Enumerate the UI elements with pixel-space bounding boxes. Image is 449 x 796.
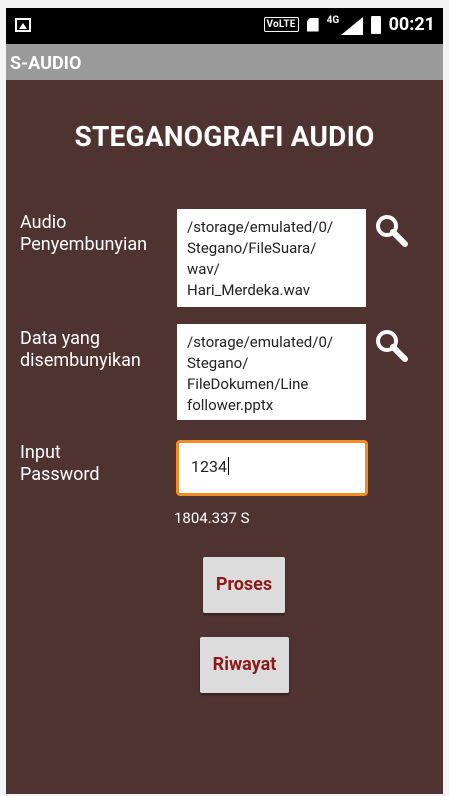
audio-path-field[interactable]: /storage/emulated/0/ Stegano/FileSuara/ … [177, 209, 366, 307]
status-time: 00:21 [388, 14, 435, 35]
status-bar: VoLTE 4G 00:21 [6, 8, 443, 44]
status-right: VoLTE 4G 00:21 [263, 14, 435, 35]
password-input[interactable]: 1234 [176, 440, 368, 496]
search-icon[interactable] [373, 212, 409, 248]
audio-label: Audio Penyembunyian [20, 212, 148, 255]
action-bar: S-AUDIO [6, 44, 443, 80]
volte-badge: VoLTE [263, 17, 299, 32]
password-value: 1234 [191, 457, 227, 476]
network-type-label: 4G [326, 14, 340, 26]
signal-strength-icon [340, 16, 363, 35]
data-label: Data yang disembunyikan [20, 328, 141, 371]
password-label: Input Password [20, 442, 100, 485]
sim-card-icon [306, 17, 319, 32]
process-button[interactable]: Proses [203, 557, 285, 613]
text-cursor [227, 457, 229, 475]
app-screen: VoLTE 4G 00:21 S-AUDIO STEGANOGRAFI AUDI… [6, 8, 443, 794]
battery-icon [370, 15, 381, 34]
page-title: STEGANOGRAFI AUDIO [74, 120, 375, 153]
app-title: S-AUDIO [10, 53, 82, 74]
history-button[interactable]: Riwayat [200, 637, 289, 693]
data-path-field[interactable]: /storage/emulated/0/ Stegano/ FileDokume… [177, 324, 366, 420]
image-icon [15, 18, 31, 32]
search-icon[interactable] [373, 327, 409, 363]
duration-readout: 1804.337 S [174, 509, 250, 527]
signal-4g-icon: 4G [327, 15, 363, 35]
